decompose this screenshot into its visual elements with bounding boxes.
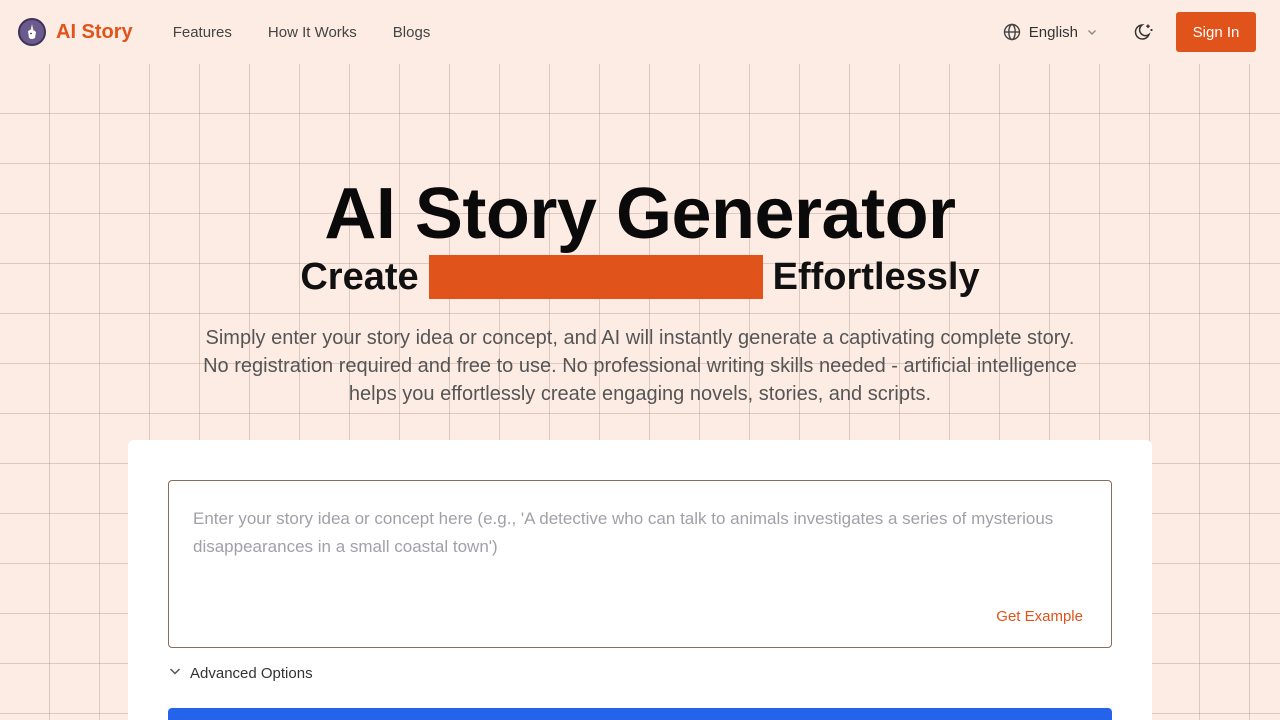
chevron-down-icon — [1086, 26, 1098, 38]
chevron-down-icon — [168, 664, 182, 682]
main-nav: Features How It Works Blogs — [173, 24, 431, 41]
subtitle-highlight — [428, 255, 763, 299]
subtitle-after: Effortlessly — [772, 256, 980, 298]
generate-button[interactable] — [168, 708, 1112, 720]
hero-description: Simply enter your story idea or concept,… — [203, 327, 1077, 405]
get-example-link[interactable]: Get Example — [996, 608, 1083, 625]
advanced-options-toggle[interactable]: Advanced Options — [168, 664, 313, 682]
header: AI Story Features How It Works Blogs Eng… — [0, 0, 1280, 64]
globe-icon — [1003, 23, 1021, 41]
language-selector[interactable]: English — [1003, 23, 1098, 41]
nav-how-it-works[interactable]: How It Works — [268, 24, 357, 41]
unicorn-logo-icon — [18, 18, 46, 46]
brand-link[interactable]: AI Story — [18, 18, 133, 46]
page-title: AI Story Generator — [324, 174, 956, 254]
brand-name: AI Story — [56, 20, 133, 43]
story-form-card: Enter your story idea or concept here (e… — [128, 440, 1152, 720]
advanced-options-label: Advanced Options — [190, 664, 313, 682]
sign-in-button[interactable]: Sign In — [1176, 12, 1256, 52]
story-idea-input[interactable]: Enter your story idea or concept here (e… — [168, 480, 1112, 648]
subtitle-before: Create — [300, 256, 419, 298]
hero-subtitle: Create Effortlessly — [0, 254, 1280, 300]
story-idea-placeholder: Enter your story idea or concept here (e… — [193, 509, 1054, 556]
nav-blogs[interactable]: Blogs — [393, 24, 431, 41]
page: AI Story Features How It Works Blogs Eng… — [0, 0, 1280, 720]
nav-features[interactable]: Features — [173, 24, 232, 41]
hero: AI Story Generator Create Effortlessly — [0, 176, 1280, 300]
language-label: English — [1028, 23, 1078, 41]
moon-stars-icon[interactable] — [1134, 22, 1154, 42]
